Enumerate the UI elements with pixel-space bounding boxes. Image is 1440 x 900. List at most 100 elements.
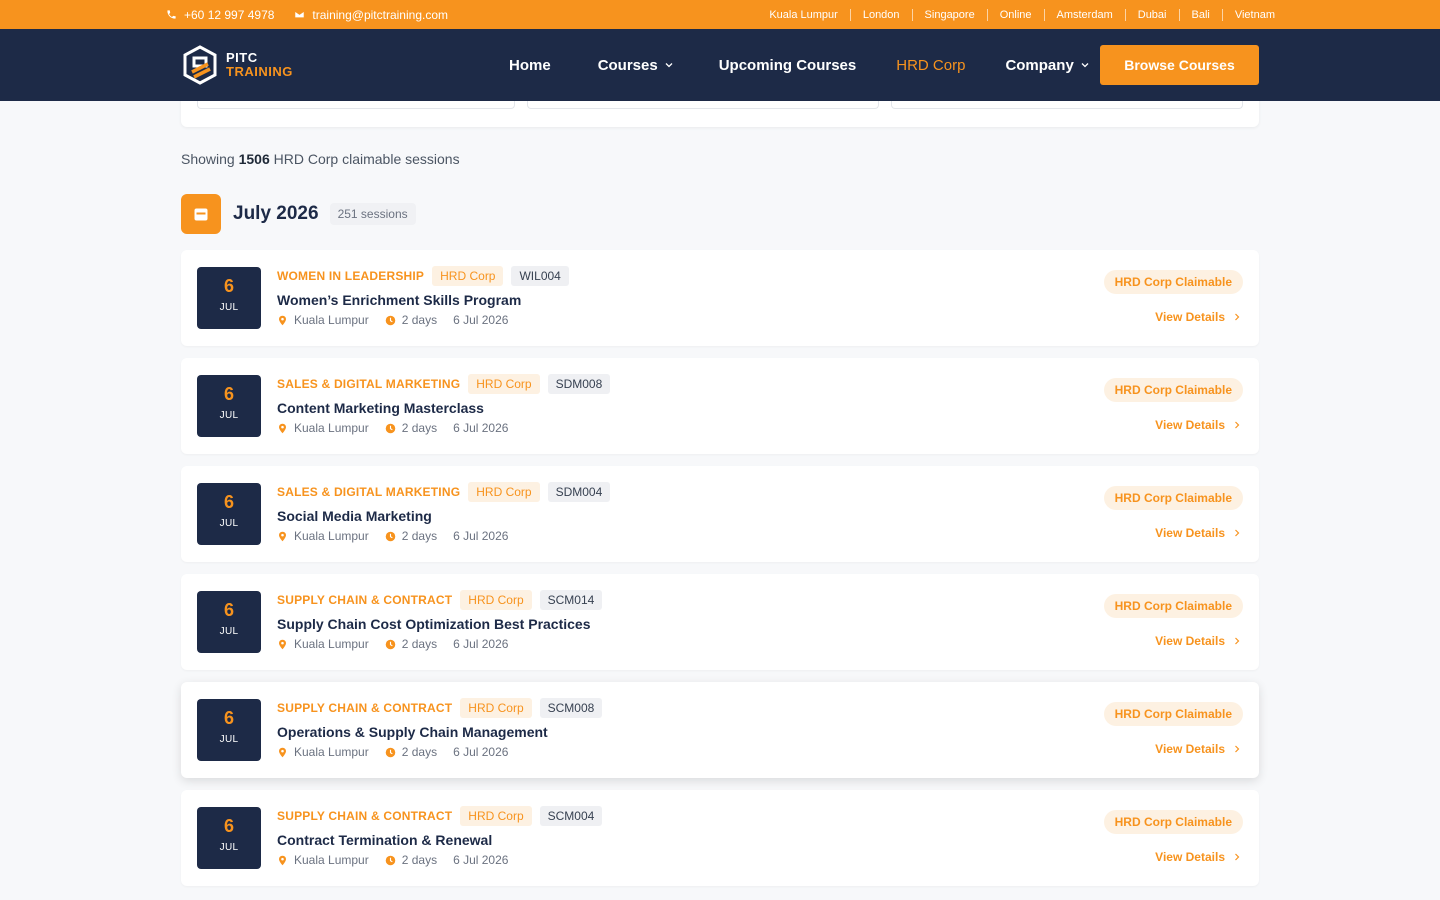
session-card[interactable]: 6 JUL SUPPLY CHAIN & CONTRACT HRD Corp S…	[181, 790, 1259, 886]
view-details-label: View Details	[1155, 850, 1225, 864]
course-title[interactable]: Supply Chain Cost Optimization Best Prac…	[277, 615, 602, 633]
date-meta: 6 Jul 2026	[453, 745, 508, 759]
duration-meta: 2 days	[385, 313, 437, 327]
phone-link[interactable]: +60 12 997 4978	[166, 8, 274, 22]
phone-number: +60 12 997 4978	[184, 7, 275, 22]
duration-meta: 2 days	[385, 745, 437, 759]
chevron-right-icon	[1235, 529, 1240, 537]
session-tags: SUPPLY CHAIN & CONTRACT HRD Corp SCM008	[277, 697, 603, 719]
logo-line-1: PITC	[226, 50, 258, 65]
session-card[interactable]: 6 JUL SALES & DIGITAL MARKETING HRD Corp…	[181, 466, 1259, 562]
clock-icon	[385, 423, 395, 433]
location-link-singapore[interactable]: Singapore	[911, 8, 987, 21]
course-title[interactable]: Content Marketing Masterclass	[277, 399, 610, 417]
nav-item-label: Company	[1005, 56, 1074, 74]
course-title[interactable]: Contract Termination & Renewal	[277, 831, 602, 849]
date-text: 6 Jul 2026	[453, 853, 509, 867]
site-logo[interactable]: PITC TRAINING	[182, 45, 293, 85]
location-pin-icon	[279, 531, 286, 541]
location-pin-icon	[279, 855, 286, 865]
date-month: JUL	[219, 842, 239, 853]
calendar-icon	[194, 208, 208, 221]
course-title[interactable]: Operations & Supply Chain Management	[277, 723, 602, 741]
hrd-tag: HRD Corp	[468, 482, 540, 502]
session-card[interactable]: 6 JUL SUPPLY CHAIN & CONTRACT HRD Corp S…	[181, 574, 1259, 670]
duration-meta: 2 days	[385, 637, 437, 651]
course-code-tag: SDM004	[547, 482, 611, 502]
date-text: 6 Jul 2026	[453, 745, 509, 759]
session-card[interactable]: 6 JUL SUPPLY CHAIN & CONTRACT HRD Corp S…	[181, 682, 1259, 778]
month-title: July 2026	[233, 203, 319, 224]
session-info: SALES & DIGITAL MARKETING HRD Corp SDM00…	[277, 481, 611, 543]
duration-text: 2 days	[401, 421, 438, 435]
view-details-link[interactable]: View Details	[1155, 634, 1241, 648]
nav-item-company[interactable]: Company	[1005, 57, 1089, 74]
month-header: July 2026 251 sessions	[181, 194, 416, 234]
nav-item-home[interactable]: Home	[509, 57, 551, 74]
top-bar: +60 12 997 4978 training@pitctraining.co…	[0, 0, 1440, 29]
logo-line-2: TRAINING	[226, 64, 293, 79]
session-count-badge: 251 sessions	[329, 203, 416, 225]
location-meta: Kuala Lumpur	[277, 637, 369, 651]
course-code-tag: WIL004	[511, 266, 569, 286]
location-link-london[interactable]: London	[849, 8, 912, 21]
claimable-badge: HRD Corp Claimable	[1103, 270, 1243, 294]
location-text: Kuala Lumpur	[294, 313, 369, 327]
category-label: WOMEN IN LEADERSHIP	[277, 269, 425, 283]
duration-meta: 2 days	[385, 421, 437, 435]
date-badge: 6 JUL	[197, 375, 261, 437]
nav-item-courses[interactable]: Courses	[598, 57, 674, 74]
summary-suffix: HRD Corp claimable sessions	[273, 151, 460, 167]
session-info: SALES & DIGITAL MARKETING HRD Corp SDM00…	[277, 373, 611, 435]
duration-meta: 2 days	[385, 853, 437, 867]
session-info: SUPPLY CHAIN & CONTRACT HRD Corp SCM004 …	[277, 805, 603, 867]
view-details-link[interactable]: View Details	[1155, 526, 1241, 540]
session-tags: SUPPLY CHAIN & CONTRACT HRD Corp SCM014	[277, 589, 603, 611]
duration-text: 2 days	[401, 529, 438, 543]
location-meta: Kuala Lumpur	[277, 529, 369, 543]
chevron-down-icon	[1081, 63, 1089, 68]
email-link[interactable]: training@pitctraining.com	[294, 8, 448, 22]
date-month: JUL	[219, 410, 239, 421]
hrd-tag: HRD Corp	[432, 266, 504, 286]
nav-item-upcoming-courses[interactable]: Upcoming Courses	[719, 57, 857, 74]
date-meta: 6 Jul 2026	[453, 853, 508, 867]
main-nav: PITC TRAINING Home Courses Upcoming Cour…	[0, 29, 1440, 101]
view-details-link[interactable]: View Details	[1155, 418, 1241, 432]
location-pin-icon	[279, 423, 286, 433]
location-link-kuala-lumpur[interactable]: Kuala Lumpur	[757, 9, 850, 21]
location-link-vietnam[interactable]: Vietnam	[1221, 8, 1275, 21]
location-link-amsterdam[interactable]: Amsterdam	[1043, 8, 1125, 21]
duration-text: 2 days	[401, 853, 438, 867]
view-details-link[interactable]: View Details	[1155, 742, 1241, 756]
duration-text: 2 days	[401, 745, 438, 759]
session-info: SUPPLY CHAIN & CONTRACT HRD Corp SCM014 …	[277, 589, 603, 651]
session-meta: Kuala Lumpur 2 days 6 Jul 2026	[277, 529, 610, 543]
course-title[interactable]: Social Media Marketing	[277, 507, 610, 525]
session-card[interactable]: 6 JUL SALES & DIGITAL MARKETING HRD Corp…	[181, 358, 1259, 454]
summary-prefix: Showing	[181, 151, 235, 167]
session-tags: SALES & DIGITAL MARKETING HRD Corp SDM00…	[277, 373, 611, 395]
hrd-tag: HRD Corp	[460, 590, 532, 610]
view-details-link[interactable]: View Details	[1155, 310, 1241, 324]
location-text: Kuala Lumpur	[294, 637, 369, 651]
location-link-dubai[interactable]: Dubai	[1124, 8, 1179, 21]
date-text: 6 Jul 2026	[453, 637, 509, 651]
mail-icon	[294, 10, 305, 19]
location-link-online[interactable]: Online	[986, 8, 1044, 21]
view-details-link[interactable]: View Details	[1155, 850, 1241, 864]
date-day: 6	[223, 492, 234, 512]
location-link-bali[interactable]: Bali	[1178, 8, 1222, 21]
date-day: 6	[223, 708, 234, 728]
course-title[interactable]: Women’s Enrichment Skills Program	[277, 291, 569, 309]
category-label: SUPPLY CHAIN & CONTRACT	[277, 701, 453, 715]
summary-count: 1506	[238, 151, 270, 167]
browse-courses-button[interactable]: Browse Courses	[1100, 45, 1259, 85]
clock-icon	[385, 747, 395, 757]
clock-icon	[385, 639, 395, 649]
date-day: 6	[223, 384, 234, 404]
session-card[interactable]: 6 JUL WOMEN IN LEADERSHIP HRD Corp WIL00…	[181, 250, 1259, 346]
nav-item-hrd-corp[interactable]: HRD Corp	[896, 57, 965, 74]
location-text: Kuala Lumpur	[294, 421, 369, 435]
date-meta: 6 Jul 2026	[453, 313, 508, 327]
